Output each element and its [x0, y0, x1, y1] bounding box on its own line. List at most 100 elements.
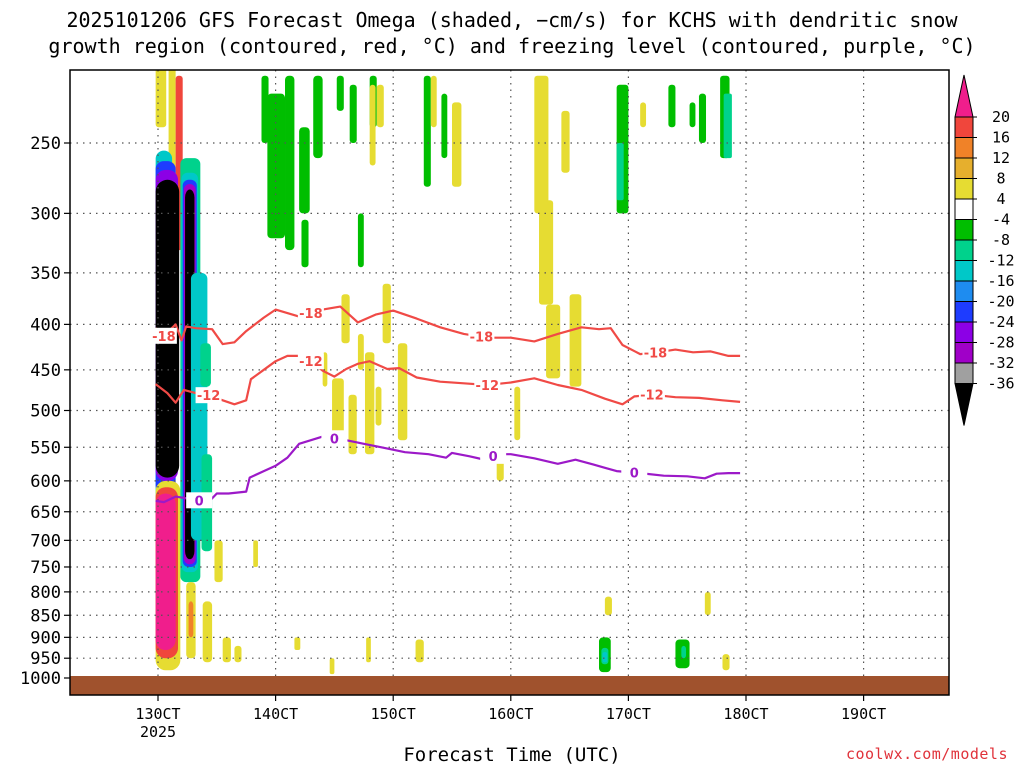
contour-label: 0	[630, 467, 639, 482]
y-tick-label: 450	[30, 361, 61, 381]
y-tick-label: 900	[30, 628, 61, 648]
x-tick-label: 170CT	[606, 705, 651, 723]
omega-region	[561, 110, 570, 173]
x-tick-label: 150CT	[371, 705, 416, 723]
omega-region	[604, 596, 612, 616]
colorbar-bin	[954, 239, 974, 261]
omega-region	[349, 84, 357, 143]
contour-label: -18	[644, 347, 668, 362]
y-tick-label: 600	[30, 472, 61, 492]
omega-shading	[155, 70, 732, 675]
colorbar-tick-label: 12	[992, 149, 1010, 167]
colorbar-bin	[954, 198, 974, 220]
omega-region	[704, 591, 711, 616]
omega-region	[681, 645, 687, 659]
colorbar-tick-label: 4	[996, 190, 1005, 208]
x-tick-label: 130CT	[135, 705, 180, 723]
y-tick-label: 300	[30, 204, 61, 224]
omega-region	[430, 75, 437, 128]
omega-region	[376, 84, 384, 128]
omega-region	[397, 343, 408, 441]
contour-label: -12	[197, 389, 221, 404]
contour-label: -12	[299, 355, 323, 370]
omega-region	[285, 75, 295, 251]
colorbar-bin	[954, 280, 974, 302]
y-tick-label: 1000	[20, 669, 61, 689]
omega-region	[329, 658, 335, 675]
colorbar-bin	[954, 137, 974, 159]
x-tick-label: 160CT	[488, 705, 533, 723]
y-tick-label: 800	[30, 583, 61, 603]
y-tick-label: 750	[30, 558, 61, 578]
colorbar-bin	[954, 260, 974, 282]
colorbar-tick-label: 16	[992, 129, 1010, 147]
y-tick-label: 350	[30, 264, 61, 284]
omega-region	[415, 639, 424, 663]
contour-labels: -18 -18 -18 -18 -12 -12 -12 -12 0 0 0 0	[150, 305, 669, 509]
omega-region	[364, 352, 375, 455]
omega-region	[539, 200, 554, 305]
omega-region	[313, 75, 323, 159]
colorbar-tick-label: -20	[987, 293, 1014, 311]
x-tick-label: 190CT	[841, 705, 886, 723]
y-tick-label: 650	[30, 503, 61, 523]
omega-region	[155, 70, 167, 128]
y-tick-label: 950	[30, 649, 61, 669]
omega-region	[423, 75, 431, 187]
omega-region	[375, 386, 382, 426]
colorbar-tick-label: 20	[992, 108, 1010, 126]
contour-label: -18	[470, 331, 494, 346]
omega-region	[640, 102, 647, 128]
omega-region	[668, 84, 676, 128]
colorbar-bin	[954, 219, 974, 241]
omega-region	[357, 213, 364, 268]
y-axis: 2503003504004505005506006507007508008509…	[20, 134, 70, 689]
colorbar-tick-label: -36	[987, 375, 1014, 393]
omega-region	[336, 75, 344, 111]
colorbar-tick-label: -28	[987, 334, 1014, 352]
omega-region	[299, 127, 310, 214]
y-tick-label: 400	[30, 315, 61, 335]
colorbar-bottom-arrow	[954, 383, 974, 426]
y-tick-label: 850	[30, 606, 61, 626]
contour-label: 0	[489, 450, 498, 465]
contour-label: -18	[299, 307, 323, 322]
omega-region	[200, 343, 211, 387]
colorbar-tick-label: -8	[992, 231, 1010, 249]
x-year-label: 2025	[140, 723, 176, 741]
colorbar-bin	[954, 116, 974, 138]
omega-region	[188, 601, 194, 638]
colorbar: 20 16 12 8 4 -4 -8 -12 -16 -20 -24 -28 -32 -36	[954, 74, 1015, 426]
colorbar-tick-label: -16	[987, 272, 1014, 290]
contour-label: 0	[330, 432, 339, 447]
colorbar-bin	[954, 178, 974, 200]
omega-region	[234, 645, 242, 663]
credit-text: coolwx.com/models	[845, 745, 1008, 763]
contour-label: -12	[640, 389, 664, 404]
colorbar-tick-label: -12	[987, 252, 1014, 270]
omega-region	[689, 102, 696, 128]
omega-region	[301, 219, 309, 268]
omega-region	[602, 652, 608, 663]
omega-region	[267, 93, 286, 239]
x-axis: 130CT 140CT 150CT 160CT 170CT 180CT 190CT 2025	[135, 695, 886, 741]
omega-region	[441, 93, 448, 159]
omega-region	[369, 84, 376, 166]
omega-chart: 2503003504004505005506006507007508008509…	[20, 69, 1015, 741]
omega-region	[155, 493, 176, 650]
omega-region	[723, 93, 732, 159]
omega-region	[616, 143, 624, 201]
omega-region	[253, 540, 258, 567]
x-tick-label: 180CT	[723, 705, 768, 723]
omega-region	[348, 394, 357, 455]
omega-region	[569, 294, 582, 387]
ground-surface	[70, 676, 949, 695]
omega-region	[452, 102, 462, 187]
contour-label: 0	[195, 494, 204, 509]
omega-region	[214, 540, 223, 583]
omega-region	[202, 601, 213, 663]
colorbar-bin	[954, 321, 974, 343]
y-tick-label: 500	[30, 402, 61, 422]
omega-region	[546, 304, 561, 379]
contour-label: -12	[476, 379, 500, 394]
